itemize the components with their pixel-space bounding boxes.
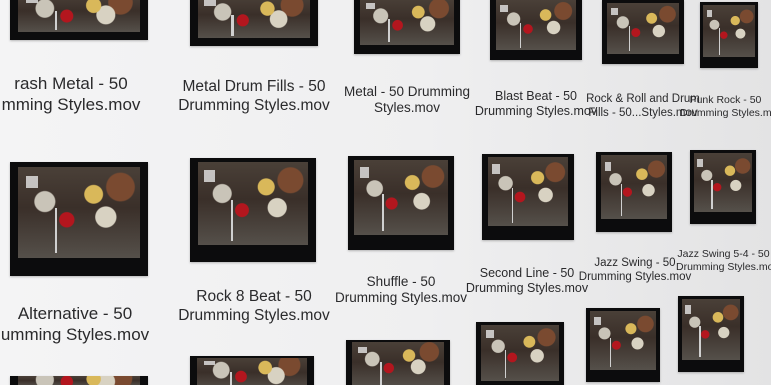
video-thumbnail[interactable] bbox=[10, 376, 148, 385]
video-thumbnail[interactable] bbox=[690, 150, 756, 224]
video-thumbnail[interactable] bbox=[190, 158, 316, 262]
video-thumbnail[interactable] bbox=[190, 0, 318, 46]
video-thumbnail[interactable] bbox=[476, 322, 564, 385]
file-name[interactable]: rash Metal - 50 mming Styles.mov bbox=[0, 74, 156, 115]
file-grid: rash Metal - 50 mming Styles.mov Metal Dr… bbox=[0, 0, 771, 385]
file-name[interactable]: Alternative - 50 umming Styles.mov bbox=[0, 304, 164, 345]
video-thumbnail[interactable] bbox=[10, 0, 148, 40]
file-name[interactable]: Rock 8 Beat - 50 Drumming Styles.mov bbox=[170, 288, 338, 326]
video-thumbnail[interactable] bbox=[354, 0, 460, 54]
file-name[interactable]: Jazz Swing 5-4 - 50 Drumming Styles.mov bbox=[676, 248, 771, 274]
video-thumbnail[interactable] bbox=[678, 296, 744, 372]
video-thumbnail[interactable] bbox=[190, 356, 314, 385]
video-thumbnail[interactable] bbox=[10, 162, 148, 276]
file-item[interactable]: rash Metal - 50 mming Styles.mov bbox=[0, 0, 150, 120]
file-name[interactable]: Shuffle - 50 Drumming Styles.mov bbox=[330, 274, 472, 307]
file-name[interactable]: Metal Drum Fills - 50 Drumming Styles.mov bbox=[166, 78, 342, 116]
finder-icon-view: rash Metal - 50 mming Styles.mov Metal Dr… bbox=[0, 0, 771, 385]
video-thumbnail[interactable] bbox=[586, 308, 660, 382]
file-name[interactable]: Blast Beat - 50 Drumming Styles.mov bbox=[472, 89, 600, 120]
video-thumbnail[interactable] bbox=[700, 2, 758, 68]
video-thumbnail[interactable] bbox=[348, 156, 454, 250]
file-name[interactable]: Metal - 50 Drumming Styles.mov bbox=[336, 84, 478, 117]
file-name[interactable]: Punk Rock - 50Drumming Styles.mov bbox=[680, 94, 771, 120]
video-thumbnail[interactable] bbox=[346, 340, 450, 385]
video-thumbnail[interactable] bbox=[602, 0, 684, 64]
file-name[interactable]: Second Line - 50 Drumming Styles.mov bbox=[462, 266, 592, 297]
video-thumbnail[interactable] bbox=[490, 0, 582, 60]
video-thumbnail[interactable] bbox=[596, 152, 672, 232]
video-thumbnail[interactable] bbox=[482, 154, 574, 240]
